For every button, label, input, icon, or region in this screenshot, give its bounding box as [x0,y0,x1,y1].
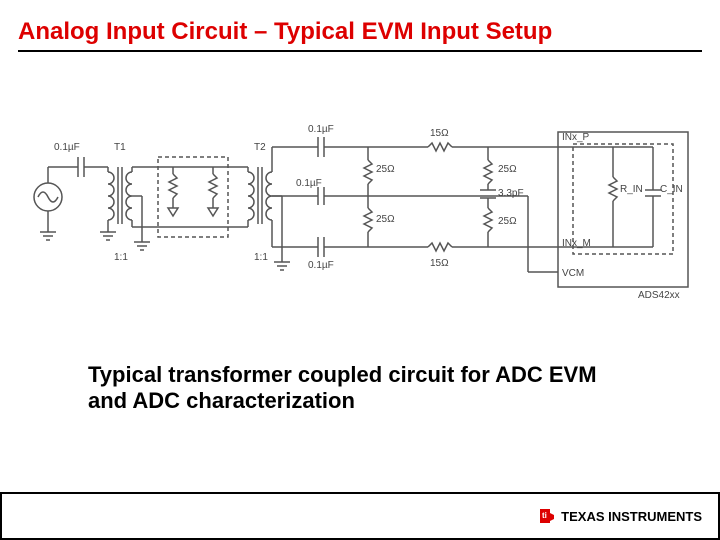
label-c-mid: 0.1µF [296,178,322,189]
ti-logo: ti TEXAS INSTRUMENTS [537,506,702,526]
svg-text:ti: ti [542,511,547,520]
label-c-top1: 0.1µF [308,124,334,135]
label-cin-src: 0.1µF [54,142,80,153]
label-r25c: 25Ω [498,164,517,175]
slide-title: Analog Input Circuit – Typical EVM Input… [18,18,702,46]
label-r25a: 25Ω [376,164,395,175]
label-t1-ratio: 1:1 [114,252,128,263]
label-r25b: 25Ω [376,214,395,225]
label-c3p3: 3.3pF [498,188,524,199]
label-vcm: VCM [562,268,584,279]
label-r15b: 15Ω [430,258,449,269]
label-inxm: INx_M [562,238,591,249]
label-cin: C_IN [660,184,683,195]
title-underline [18,50,702,52]
slide-caption: Typical transformer coupled circuit for … [88,362,608,415]
schematic-diagram: 0.1µF T1 1:1 T2 1:1 0.1µF 0.1µF 0.1µF 25… [18,112,702,322]
label-rin: R_IN [620,184,643,195]
label-t2-ratio: 1:1 [254,252,268,263]
slide-footer: ti TEXAS INSTRUMENTS [0,492,720,540]
label-c-bot1: 0.1µF [308,260,334,271]
ti-logo-text: TEXAS INSTRUMENTS [561,509,702,524]
label-t2: T2 [254,142,266,153]
label-inxp: INx_P [562,132,589,143]
label-r25d: 25Ω [498,216,517,227]
label-part: ADS42xx [638,290,680,301]
label-r15a: 15Ω [430,128,449,139]
ti-chip-icon: ti [537,506,557,526]
label-t1: T1 [114,142,126,153]
